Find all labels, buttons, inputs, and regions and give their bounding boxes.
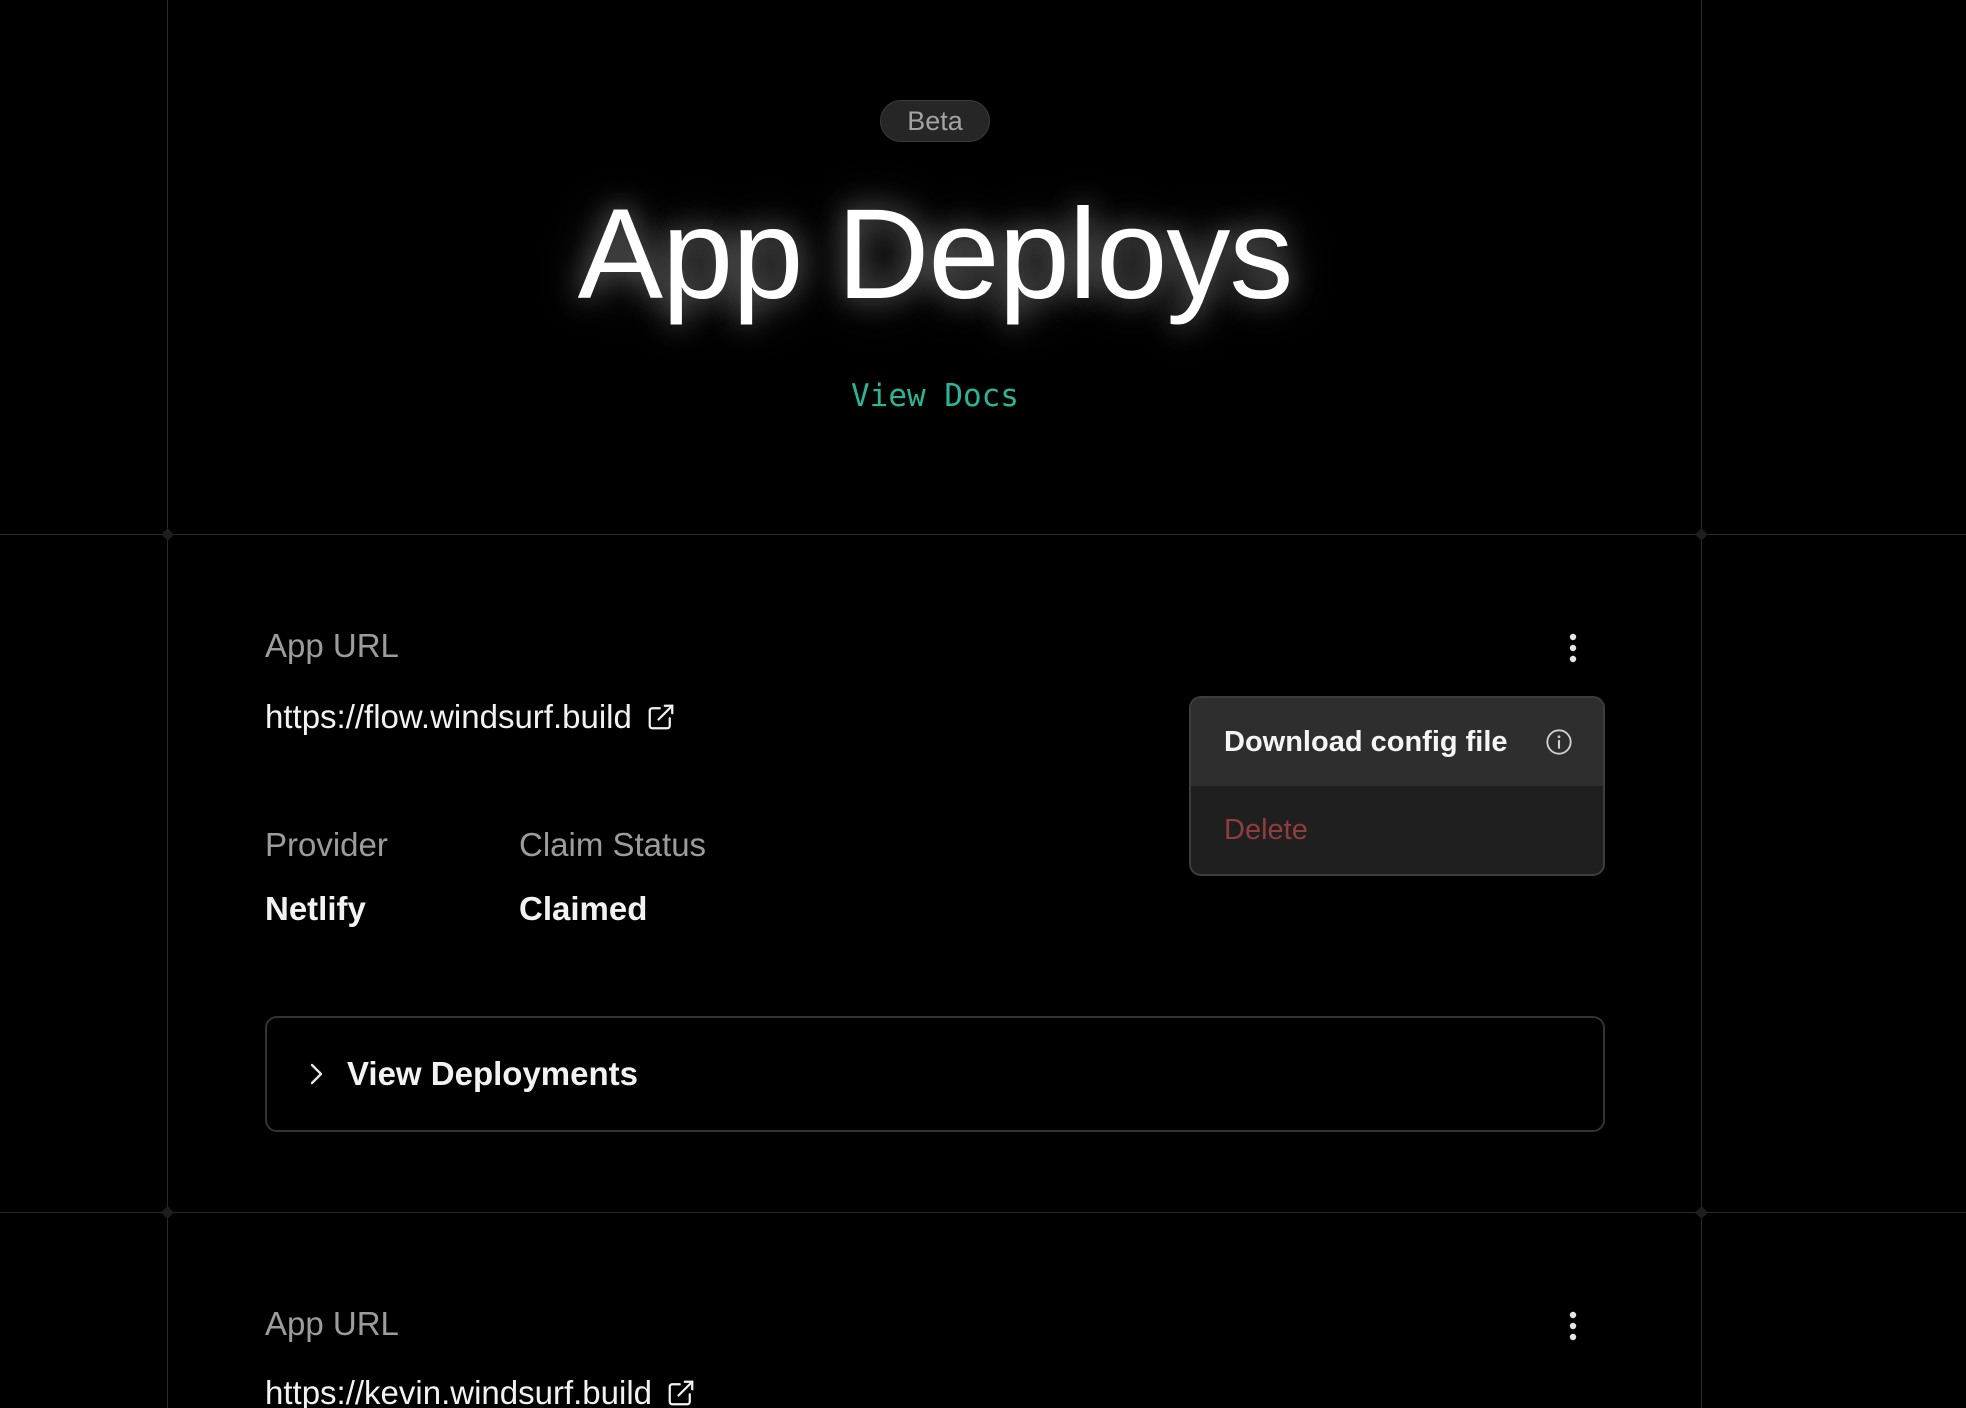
app-deploys-page: Beta App Deploys View Docs App URL https… — [0, 0, 1966, 1408]
grid-line-middle — [0, 1212, 1966, 1213]
view-deployments-label: View Deployments — [347, 1055, 638, 1092]
claim-status-value: Claimed — [519, 890, 648, 927]
grid-node — [1695, 528, 1708, 541]
external-link-icon — [648, 704, 674, 730]
download-config-menu-item[interactable]: Download config file — [1191, 698, 1603, 786]
app-url-text: https://kevin.windsurf.build — [265, 1374, 653, 1408]
chevron-right-icon — [310, 1063, 323, 1085]
external-link-icon — [668, 1380, 694, 1406]
provider-value: Netlify — [265, 890, 366, 927]
view-docs-link[interactable]: View Docs — [0, 378, 1870, 414]
grid-node — [1695, 1206, 1708, 1219]
beta-badge: Beta — [880, 100, 990, 142]
download-config-label: Download config file — [1224, 726, 1508, 758]
app-url-link[interactable]: https://kevin.windsurf.build — [265, 1374, 696, 1408]
provider-label: Provider — [265, 826, 388, 863]
grid-line-top — [0, 534, 1966, 535]
app-url-label: App URL — [265, 1305, 399, 1342]
more-vertical-icon — [1569, 633, 1577, 663]
more-options-button[interactable] — [1558, 628, 1588, 668]
app-url-text: https://flow.windsurf.build — [265, 698, 632, 735]
options-menu: Download config file Delete — [1189, 696, 1605, 876]
more-vertical-icon — [1569, 1311, 1577, 1341]
view-deployments-toggle[interactable]: View Deployments — [265, 1016, 1605, 1132]
app-url-label: App URL — [265, 627, 399, 664]
info-icon[interactable] — [1545, 728, 1573, 756]
claim-status-label: Claim Status — [519, 826, 707, 863]
more-options-button[interactable] — [1558, 1306, 1588, 1346]
grid-node — [161, 1206, 174, 1219]
app-url-link[interactable]: https://flow.windsurf.build — [265, 698, 676, 736]
delete-menu-item[interactable]: Delete — [1191, 786, 1603, 874]
page-title: App Deploys — [577, 183, 1294, 326]
grid-node — [161, 528, 174, 541]
